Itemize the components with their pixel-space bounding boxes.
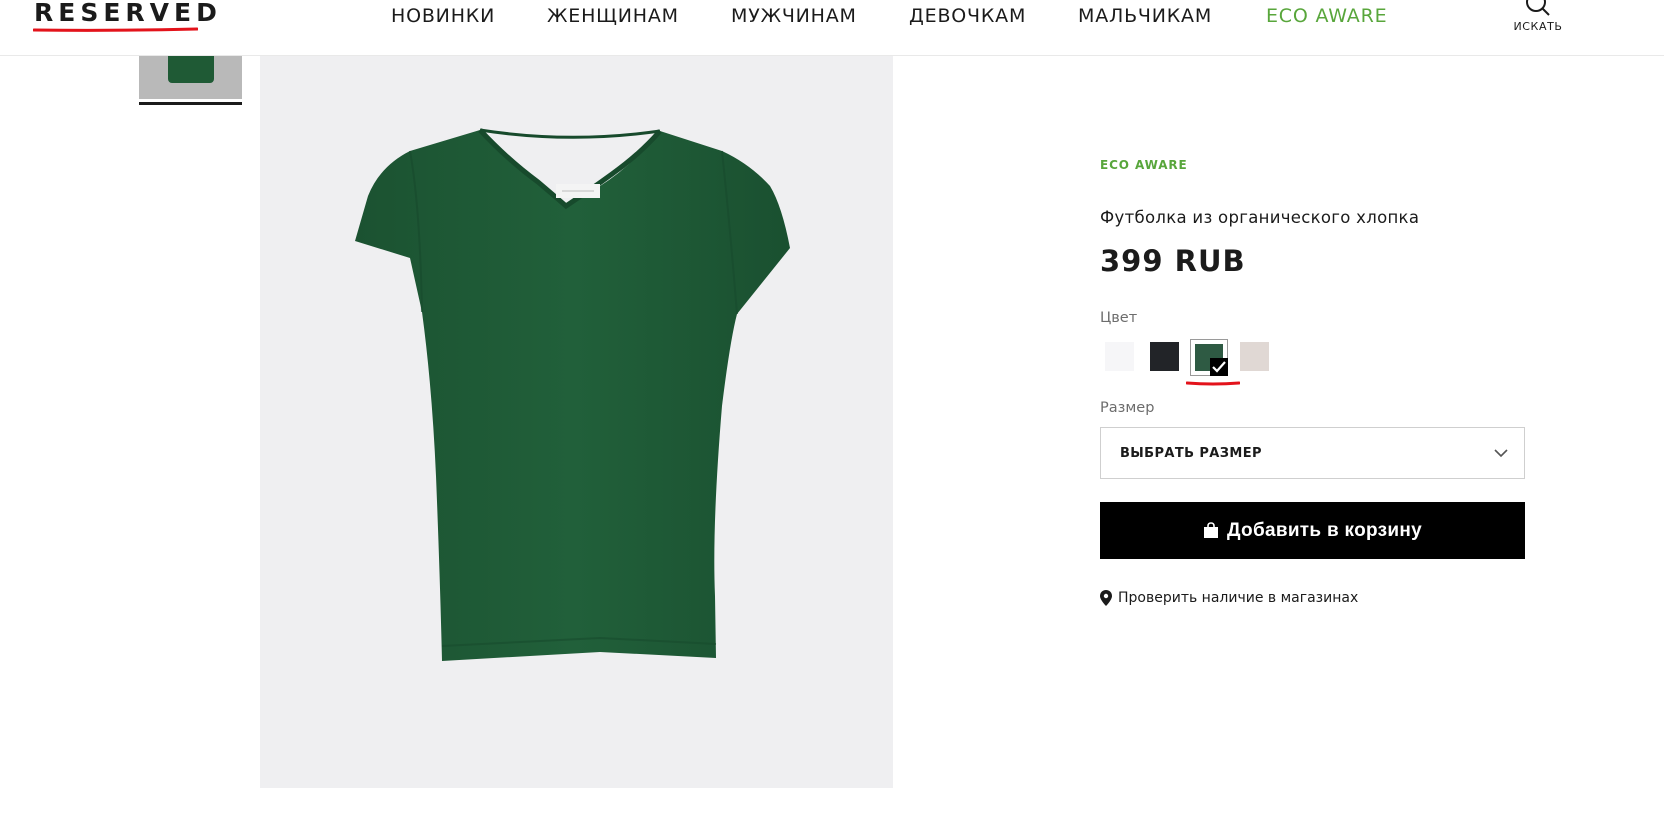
color-swatch-beige[interactable]	[1240, 342, 1269, 371]
location-pin-icon	[1100, 590, 1112, 606]
product-price: 399 RUB	[1100, 244, 1246, 278]
eco-aware-badge: ECO AWARE	[1100, 158, 1188, 172]
product-main-image[interactable]	[260, 56, 893, 788]
add-to-cart-button[interactable]: Добавить в корзину	[1100, 502, 1525, 559]
nav-item-men[interactable]: МУЖЧИНАМ	[731, 5, 857, 27]
nav-item-eco-aware[interactable]: ECO AWARE	[1266, 5, 1387, 27]
search-label: ИСКАТЬ	[1513, 20, 1563, 33]
tshirt-image	[355, 128, 790, 661]
checkmark-icon	[1210, 358, 1228, 376]
nav-item-new[interactable]: НОВИНКИ	[391, 5, 495, 27]
nav-item-boys[interactable]: МАЛЬЧИКАМ	[1078, 5, 1212, 27]
site-header: RESERVED НОВИНКИ ЖЕНЩИНАМ МУЖЧИНАМ ДЕВОЧ…	[0, 0, 1664, 56]
color-swatch-white[interactable]	[1105, 342, 1134, 371]
nav-item-girls[interactable]: ДЕВОЧКАМ	[909, 5, 1026, 27]
search-icon	[1526, 0, 1550, 16]
color-label: Цвет	[1100, 310, 1138, 326]
size-label: Размер	[1100, 400, 1155, 416]
product-title: Футболка из органического хлопка	[1100, 208, 1420, 227]
brand-logo[interactable]: RESERVED	[34, 0, 222, 27]
chevron-down-icon	[1494, 449, 1508, 458]
size-select-placeholder: ВЫБРАТЬ РАЗМЕР	[1120, 446, 1262, 461]
thumbnail-active-indicator	[139, 102, 242, 105]
swatch-underline-annotation	[1186, 381, 1240, 386]
color-swatch-green[interactable]	[1190, 339, 1228, 376]
check-store-label: Проверить наличие в магазинах	[1118, 590, 1359, 606]
nav-item-women[interactable]: ЖЕНЩИНАМ	[547, 5, 679, 27]
search-button[interactable]: ИСКАТЬ	[1510, 0, 1566, 33]
check-store-availability-link[interactable]: Проверить наличие в магазинах	[1100, 588, 1358, 608]
logo-underline-annotation	[33, 27, 198, 32]
product-thumbnail[interactable]	[139, 56, 242, 99]
color-swatch-black[interactable]	[1150, 342, 1179, 371]
add-to-cart-label: Добавить в корзину	[1226, 519, 1423, 541]
size-select[interactable]: ВЫБРАТЬ РАЗМЕР	[1100, 427, 1525, 479]
thumbnail-shirt-image	[168, 56, 214, 83]
color-swatches	[1100, 336, 1300, 396]
shopping-bag-icon	[1203, 522, 1218, 538]
